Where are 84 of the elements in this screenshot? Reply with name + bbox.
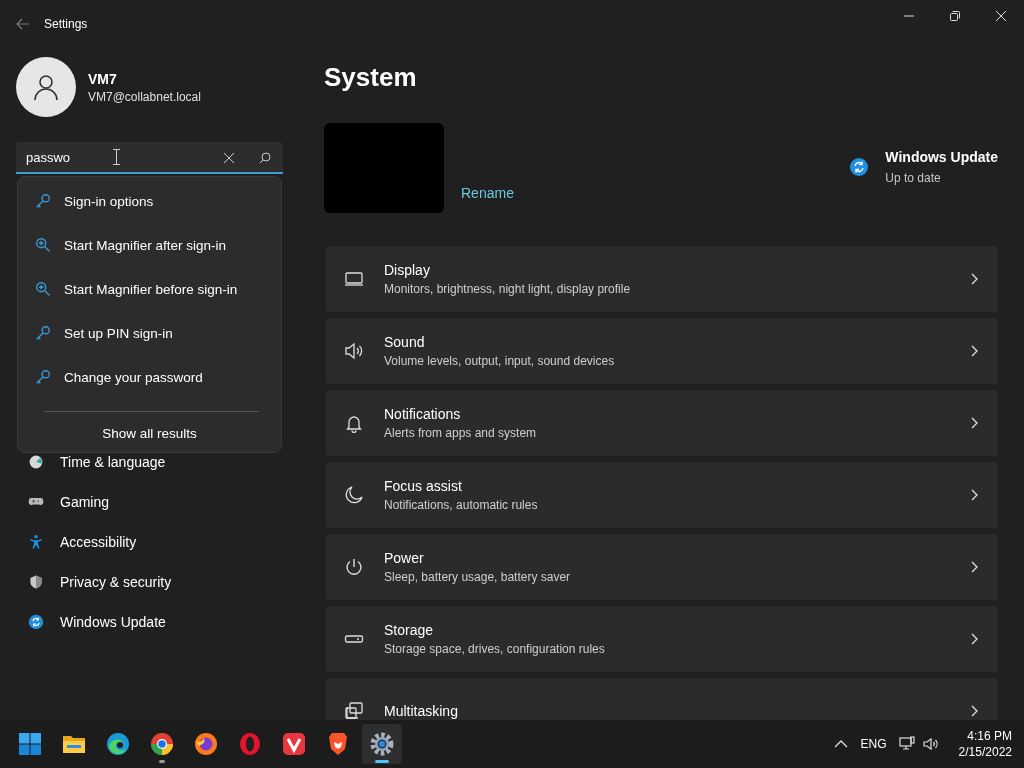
settings-card[interactable]: Notifications Alerts from apps and system xyxy=(326,390,998,456)
settings-card[interactable]: Multitasking xyxy=(326,678,998,720)
search-result[interactable]: Set up PIN sign-in xyxy=(22,311,277,355)
nav-item[interactable]: Accessibility xyxy=(0,522,145,562)
settings-card[interactable]: Focus assist Notifications, automatic rules xyxy=(326,462,998,528)
browser-icon xyxy=(106,732,130,756)
monitor-icon xyxy=(344,269,364,289)
show-all-results-link[interactable]: Show all results xyxy=(94,422,205,445)
shield-icon xyxy=(28,574,44,590)
moon-icon xyxy=(344,485,364,505)
clock-icon xyxy=(28,454,44,470)
browser-icon xyxy=(194,732,218,756)
update-icon xyxy=(28,614,44,630)
language-indicator[interactable]: ENG xyxy=(860,737,887,751)
card-description: Monitors, brightness, night light, display profile xyxy=(384,282,632,296)
chevron-right-icon xyxy=(970,633,978,645)
nav-item[interactable]: Privacy & security xyxy=(0,562,180,602)
clock[interactable]: 4:16 PM 2/15/2022 xyxy=(958,728,1012,760)
nav-item[interactable]: Time & language xyxy=(0,442,174,482)
avatar xyxy=(16,57,76,117)
key-icon xyxy=(34,324,52,342)
chevron-right-icon xyxy=(970,489,978,501)
close-icon[interactable] xyxy=(223,152,235,164)
card-description: Volume levels, output, input, sound devices xyxy=(384,354,616,368)
close-icon[interactable] xyxy=(995,10,1007,22)
search-result[interactable]: Sign-in options xyxy=(22,179,277,223)
zoom-in-icon xyxy=(34,280,52,298)
gear-icon xyxy=(370,732,394,756)
taskbar-button[interactable] xyxy=(362,724,402,764)
nav-item[interactable]: Windows Update xyxy=(0,602,174,642)
start-icon xyxy=(18,732,42,756)
user-name: VM7 xyxy=(88,70,118,87)
time-text: 4:16 PM xyxy=(967,728,1012,744)
chevron-right-icon xyxy=(970,561,978,573)
search-field[interactable]: passwo xyxy=(16,142,283,174)
chevron-right-icon xyxy=(970,345,978,357)
user-email: VM7@collabnet.local xyxy=(88,89,201,104)
speaker-icon[interactable] xyxy=(922,736,939,752)
browser-icon xyxy=(150,732,174,756)
search-result[interactable]: Start Magnifier after sign-in xyxy=(22,223,277,267)
windows-icon xyxy=(344,701,364,720)
search-icon[interactable] xyxy=(259,152,271,164)
text-cursor-icon xyxy=(112,149,121,165)
settings-card[interactable]: Display Monitors, brightness, night light, display profile xyxy=(326,246,998,312)
browser-icon xyxy=(326,732,350,756)
card-description: Storage space, drives, configuration rules xyxy=(384,642,606,656)
back-arrow-icon[interactable] xyxy=(16,17,30,31)
nav-item[interactable]: Gaming xyxy=(0,482,118,522)
settings-card[interactable]: Storage Storage space, drives, configuration rules xyxy=(326,606,998,672)
update-title: Windows Update xyxy=(885,149,998,165)
settings-card[interactable]: Power Sleep, battery usage, battery saver xyxy=(326,534,998,600)
window-title: Settings xyxy=(44,17,88,31)
browser-icon xyxy=(238,732,262,756)
card-description: Sleep, battery usage, battery saver xyxy=(384,570,572,584)
card-description: Alerts from apps and system xyxy=(384,426,538,440)
card-title: Display xyxy=(384,262,431,278)
network-icon[interactable] xyxy=(898,736,915,752)
power-icon xyxy=(344,557,364,577)
bell-icon xyxy=(344,413,364,433)
rename-link[interactable]: Rename xyxy=(461,185,514,201)
restore-icon[interactable] xyxy=(949,10,961,22)
card-title: Storage xyxy=(384,622,435,638)
update-icon xyxy=(849,157,870,177)
speaker-icon xyxy=(344,341,364,361)
card-title: Multitasking xyxy=(384,703,459,719)
key-icon xyxy=(34,368,52,386)
zoom-in-icon xyxy=(34,236,52,254)
card-title: Focus assist xyxy=(384,478,463,494)
card-description: Notifications, automatic rules xyxy=(384,498,539,512)
card-title: Sound xyxy=(384,334,426,350)
settings-card[interactable]: Sound Volume levels, output, input, sound devices xyxy=(326,318,998,384)
search-result[interactable]: Start Magnifier before sign-in xyxy=(22,267,277,311)
chevron-right-icon xyxy=(970,705,978,717)
chevron-right-icon xyxy=(970,417,978,429)
key-icon xyxy=(34,192,52,210)
search-result[interactable]: Change your password xyxy=(22,355,277,399)
card-title: Power xyxy=(384,550,425,566)
chevron-right-icon xyxy=(970,273,978,285)
update-status: Up to date xyxy=(885,171,942,185)
date-text: 2/15/2022 xyxy=(958,744,1012,760)
page-title: System xyxy=(324,62,418,94)
card-title: Notifications xyxy=(384,406,462,422)
browser-icon xyxy=(282,732,306,756)
accessibility-icon xyxy=(28,534,44,550)
